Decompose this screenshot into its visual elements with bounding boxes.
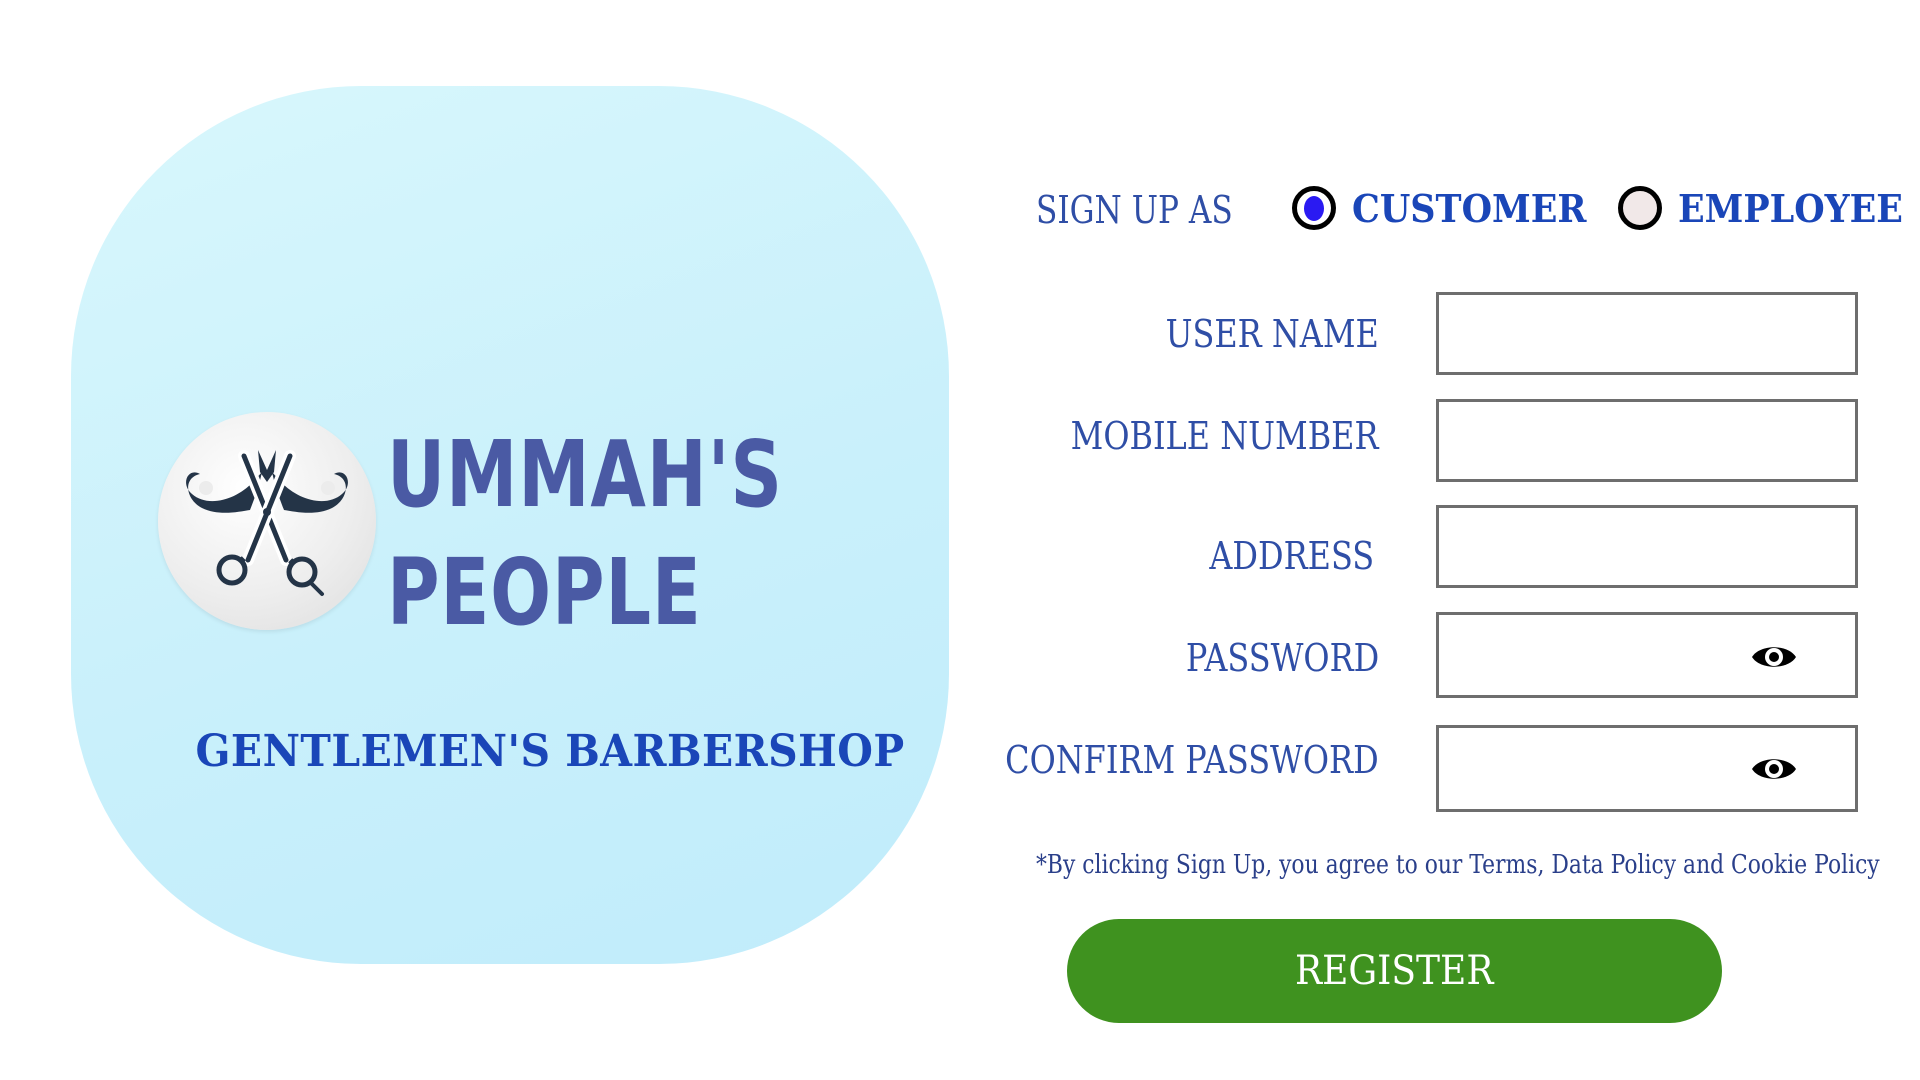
username-input[interactable] bbox=[1439, 295, 1855, 372]
username-field[interactable] bbox=[1436, 292, 1858, 375]
confirm-password-label: CONFIRM PASSWORD bbox=[1005, 738, 1379, 782]
eye-icon[interactable] bbox=[1750, 641, 1798, 673]
terms-notice: *By clicking Sign Up, you agree to our T… bbox=[1036, 850, 1880, 880]
password-label: PASSWORD bbox=[1185, 636, 1379, 680]
address-label: ADDRESS bbox=[1209, 534, 1374, 578]
brand-logo-line2: PEOPLE bbox=[387, 539, 702, 646]
brand-card: UMMAH'S PEOPLE GENTLEMEN'S BARBERSHOP bbox=[71, 86, 949, 964]
username-label: USER NAME bbox=[1165, 312, 1379, 356]
mobile-number-field[interactable] bbox=[1436, 399, 1858, 482]
address-field[interactable] bbox=[1436, 505, 1858, 588]
password-field[interactable] bbox=[1436, 612, 1858, 698]
register-button-label: REGISTER bbox=[1295, 948, 1494, 994]
customer-radio[interactable] bbox=[1292, 186, 1336, 230]
address-input[interactable] bbox=[1439, 508, 1855, 585]
brand-logo-line1: UMMAH'S bbox=[387, 421, 783, 528]
mobile-number-label: MOBILE NUMBER bbox=[1071, 414, 1379, 458]
signup-as-label: SIGN UP AS bbox=[1036, 188, 1233, 232]
brand-logo-text: UMMAH'S PEOPLE bbox=[387, 416, 783, 652]
radio-selected-dot bbox=[1304, 196, 1324, 221]
employee-radio-label[interactable]: EMPLOYEE bbox=[1678, 186, 1903, 231]
confirm-password-field[interactable] bbox=[1436, 725, 1858, 812]
customer-radio-label[interactable]: CUSTOMER bbox=[1352, 186, 1586, 231]
register-button[interactable]: REGISTER bbox=[1067, 919, 1722, 1023]
mobile-number-input[interactable] bbox=[1439, 402, 1855, 479]
logo-badge bbox=[158, 412, 376, 630]
signup-page: UMMAH'S PEOPLE GENTLEMEN'S BARBERSHOP SI… bbox=[0, 0, 1920, 1080]
employee-radio[interactable] bbox=[1618, 186, 1662, 230]
mustache-scissors-icon bbox=[186, 450, 348, 596]
eye-icon[interactable] bbox=[1750, 753, 1798, 785]
brand-tagline: GENTLEMEN'S BARBERSHOP bbox=[195, 726, 905, 777]
